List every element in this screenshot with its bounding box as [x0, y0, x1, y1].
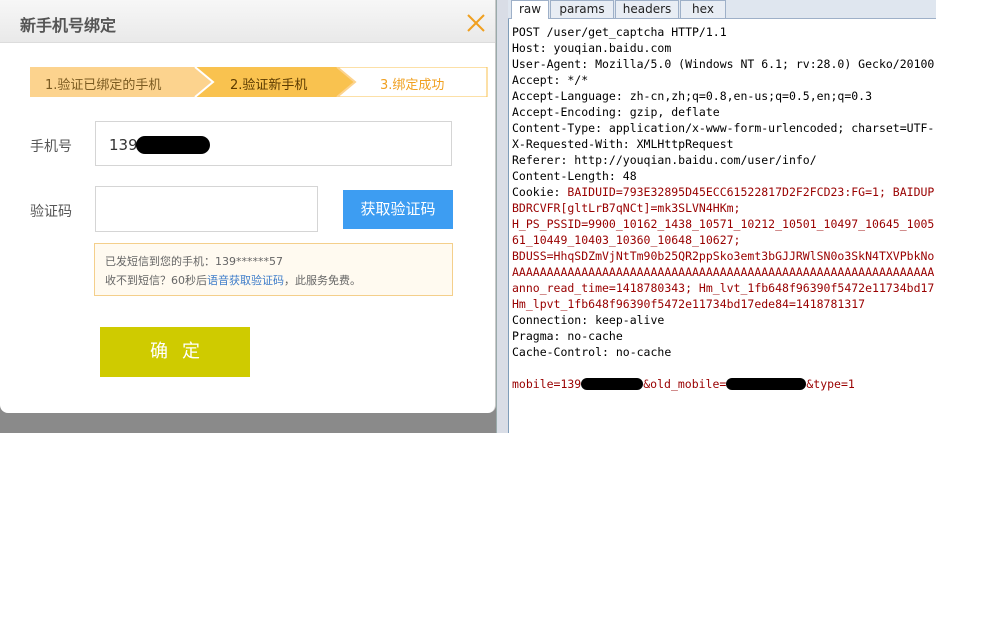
header-line: Pragma: no-cache — [512, 329, 623, 343]
step-2-label: 2.验证新手机 — [230, 78, 308, 93]
dialog-header: 新手机号绑定 — [0, 0, 495, 43]
step-3-label: 3.绑定成功 — [380, 78, 445, 93]
tab-params[interactable]: params — [550, 0, 614, 18]
header-line: X-Requested-With: XMLHttpRequest — [512, 137, 734, 151]
header-line: Content-Length: 48 — [512, 169, 637, 183]
notice-sent-text: 已发短信到您的手机：139******57 — [105, 255, 283, 268]
header-line: Accept-Encoding: gzip, deflate — [512, 105, 720, 119]
header-line: Connection: keep-alive — [512, 313, 665, 327]
cookie-value: BAIDUID=793E32895D45ECC61522817D2F2FCD23… — [567, 185, 935, 199]
body-type: &type=1 — [806, 377, 855, 391]
bind-new-phone-dialog: 新手机号绑定 1.验证已绑定的手机 2.验证新手机 3.绑定成功 手机号 139… — [0, 0, 496, 413]
step-1: 1.验证已绑定的手机 — [30, 67, 195, 97]
header-line: User-Agent: Mozilla/5.0 (Windows NT 6.1;… — [512, 57, 935, 71]
raw-request-text[interactable]: POST /user/get_captcha HTTP/1.1 Host: yo… — [508, 19, 937, 433]
body-old-mobile: &old_mobile= — [643, 377, 727, 391]
cookie-line: BDRCVFR[gltLrB7qNCt]=mk3SLVN4HKm; — [512, 201, 741, 215]
confirm-button[interactable]: 确定 — [100, 327, 250, 377]
phone-label: 手机号 — [30, 139, 72, 155]
dialog-title: 新手机号绑定 — [20, 16, 117, 35]
redaction-mark — [726, 378, 807, 390]
header-line: Accept: */* — [512, 73, 589, 87]
tab-headers[interactable]: headers — [615, 0, 679, 18]
phone-input[interactable]: 139 — [95, 121, 452, 166]
cookie-line: Hm_lpvt_1fb648f96390f5472e11734bd17ede84… — [512, 297, 866, 311]
redaction-mark — [136, 136, 210, 154]
cookie-line: BDUSS=HhqSDZmVjNtTm90b25QR2ppSko3emt3bGJ… — [512, 249, 935, 263]
cookie-line: anno_read_time=1418780343; Hm_lvt_1fb648… — [512, 281, 935, 295]
request-tabs: raw params headers hex — [508, 0, 936, 19]
body-line: mobile=139 &old_mobile= &type=1 — [512, 376, 855, 392]
cookie-line: H_PS_PSSID=9900_10162_1438_10571_10212_1… — [512, 217, 935, 231]
phone-value: 139 — [109, 136, 138, 154]
tab-hex[interactable]: hex — [680, 0, 726, 18]
notice-help-post: ，此服务免费。 — [284, 274, 361, 287]
cookie-line: AAAAAAAAAAAAAAAAAAAAAAAAAAAAAAAAAAAAAAAA… — [512, 265, 935, 279]
request-line: POST /user/get_captcha HTTP/1.1 — [512, 25, 727, 39]
code-input[interactable] — [95, 186, 318, 232]
sms-notice: 已发短信到您的手机：139******57 收不到短信？60秒后语音获取验证码，… — [94, 243, 453, 296]
cookie-line: Cookie: BAIDUID=793E32895D45ECC61522817D… — [512, 184, 934, 200]
code-label: 验证码 — [30, 204, 72, 220]
close-icon[interactable] — [463, 10, 489, 36]
body-mobile: mobile=139 — [512, 377, 582, 391]
tab-raw[interactable]: raw — [511, 0, 549, 19]
cookie-line: 61_10449_10403_10360_10648_10627; — [512, 233, 741, 247]
header-line: Referer: http://youqian.baidu.com/user/i… — [512, 153, 817, 167]
header-line: Accept-Language: zh-cn,zh;q=0.8,en-us;q=… — [512, 89, 873, 103]
step-progress: 1.验证已绑定的手机 2.验证新手机 3.绑定成功 — [30, 67, 488, 97]
header-line: Host: youqian.baidu.com — [512, 41, 672, 55]
header-line: Content-Type: application/x-www-form-url… — [512, 121, 935, 135]
cookie-key: Cookie: — [512, 185, 568, 199]
voice-code-link[interactable]: 语音获取验证码 — [207, 274, 284, 287]
step-2: 2.验证新手机 — [213, 67, 337, 97]
notice-help-pre: 收不到短信？60秒后 — [105, 274, 207, 287]
step-3: 3.绑定成功 — [355, 67, 487, 97]
notice-help-text: 收不到短信？60秒后语音获取验证码，此服务免费。 — [105, 272, 361, 288]
redaction-mark — [581, 378, 644, 390]
get-code-button[interactable]: 获取验证码 — [343, 190, 453, 229]
header-line: Cache-Control: no-cache — [512, 345, 672, 359]
step-1-label: 1.验证已绑定的手机 — [45, 78, 162, 93]
